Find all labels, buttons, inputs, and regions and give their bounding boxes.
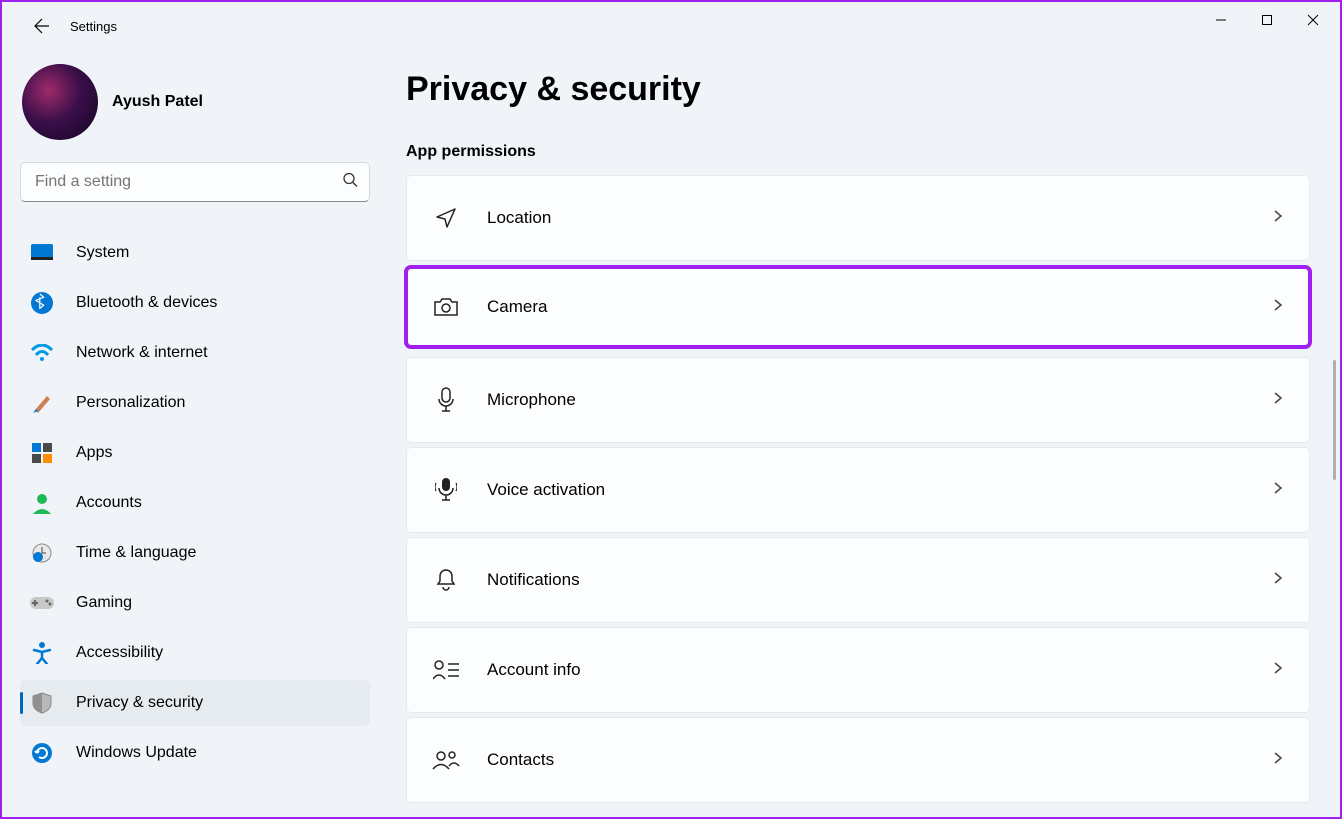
nav-label: System — [76, 244, 129, 262]
bell-icon — [431, 565, 461, 595]
chevron-right-icon — [1271, 660, 1285, 680]
apps-icon — [30, 441, 54, 465]
card-notifications[interactable]: Notifications — [406, 537, 1310, 623]
gamepad-icon — [30, 591, 54, 615]
maximize-button[interactable] — [1244, 4, 1290, 36]
minimize-button[interactable] — [1198, 4, 1244, 36]
card-label: Location — [487, 208, 1245, 228]
section-title: App permissions — [406, 143, 1310, 161]
nav-label: Time & language — [76, 544, 196, 562]
sidebar-item-gaming[interactable]: Gaming — [20, 580, 370, 626]
nav-label: Network & internet — [76, 344, 208, 362]
card-label: Notifications — [487, 570, 1245, 590]
card-label: Contacts — [487, 750, 1245, 770]
system-icon — [30, 241, 54, 265]
sidebar-item-accessibility[interactable]: Accessibility — [20, 630, 370, 676]
nav-label: Accessibility — [76, 644, 163, 662]
sidebar-item-privacy-security[interactable]: Privacy & security — [20, 680, 370, 726]
camera-icon — [431, 292, 461, 322]
sidebar-item-accounts[interactable]: Accounts — [20, 480, 370, 526]
avatar — [22, 64, 98, 140]
card-account-info[interactable]: Account info — [406, 627, 1310, 713]
sidebar-item-time-language[interactable]: Time & language — [20, 530, 370, 576]
sidebar-item-network[interactable]: Network & internet — [20, 330, 370, 376]
account-info-icon — [431, 655, 461, 685]
back-button[interactable] — [22, 6, 62, 46]
search-icon — [342, 172, 358, 193]
card-voice-activation[interactable]: Voice activation — [406, 447, 1310, 533]
app-title: Settings — [70, 19, 117, 34]
card-camera[interactable]: Camera — [406, 267, 1310, 347]
nav-label: Accounts — [76, 494, 142, 512]
shield-icon — [30, 691, 54, 715]
back-arrow-icon — [34, 18, 50, 34]
sidebar-item-bluetooth[interactable]: Bluetooth & devices — [20, 280, 370, 326]
wifi-icon — [30, 341, 54, 365]
contacts-icon — [431, 745, 461, 775]
chevron-right-icon — [1271, 480, 1285, 500]
bluetooth-icon — [30, 291, 54, 315]
brush-icon — [30, 391, 54, 415]
nav-label: Bluetooth & devices — [76, 294, 217, 312]
chevron-right-icon — [1271, 750, 1285, 770]
titlebar: Settings — [2, 2, 1340, 50]
nav-label: Apps — [76, 444, 112, 462]
chevron-right-icon — [1271, 390, 1285, 410]
maximize-icon — [1261, 14, 1273, 26]
sidebar: Ayush Patel System Bluetooth & devices N… — [2, 50, 384, 817]
accessibility-icon — [30, 641, 54, 665]
microphone-icon — [431, 385, 461, 415]
search-input[interactable] — [20, 162, 370, 202]
card-location[interactable]: Location — [406, 175, 1310, 261]
nav-label: Personalization — [76, 394, 185, 412]
card-label: Camera — [487, 297, 1245, 317]
sidebar-item-apps[interactable]: Apps — [20, 430, 370, 476]
search-box — [20, 162, 370, 202]
window-controls — [1198, 4, 1336, 36]
nav-label: Gaming — [76, 594, 132, 612]
chevron-right-icon — [1271, 570, 1285, 590]
card-contacts[interactable]: Contacts — [406, 717, 1310, 803]
chevron-right-icon — [1271, 297, 1285, 317]
nav-label: Windows Update — [76, 744, 197, 762]
close-button[interactable] — [1290, 4, 1336, 36]
page-title: Privacy & security — [406, 70, 1310, 109]
clock-globe-icon — [30, 541, 54, 565]
card-label: Account info — [487, 660, 1245, 680]
sidebar-item-system[interactable]: System — [20, 230, 370, 276]
update-icon — [30, 741, 54, 765]
voice-activation-icon — [431, 475, 461, 505]
card-microphone[interactable]: Microphone — [406, 357, 1310, 443]
close-icon — [1307, 14, 1319, 26]
nav-label: Privacy & security — [76, 694, 203, 712]
scrollbar[interactable] — [1333, 360, 1336, 480]
location-icon — [431, 203, 461, 233]
user-name: Ayush Patel — [112, 93, 203, 111]
accounts-icon — [30, 491, 54, 515]
sidebar-item-windows-update[interactable]: Windows Update — [20, 730, 370, 776]
minimize-icon — [1215, 14, 1227, 26]
sidebar-item-personalization[interactable]: Personalization — [20, 380, 370, 426]
chevron-right-icon — [1271, 208, 1285, 228]
card-label: Microphone — [487, 390, 1245, 410]
user-profile[interactable]: Ayush Patel — [20, 58, 370, 162]
main-content: Privacy & security App permissions Locat… — [384, 50, 1340, 817]
card-label: Voice activation — [487, 480, 1245, 500]
